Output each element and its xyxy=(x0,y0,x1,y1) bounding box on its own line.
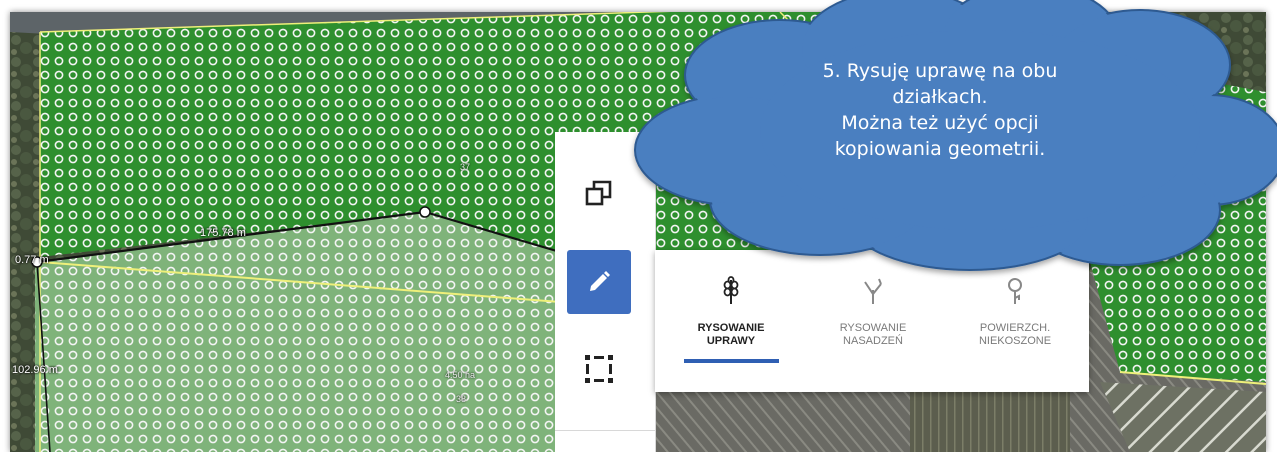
callout-line: działkach. xyxy=(892,86,988,108)
active-tab-indicator xyxy=(684,359,779,363)
segment-length-label: 102.96 m xyxy=(12,364,58,376)
segment-length-label: 0.77 m xyxy=(15,254,49,266)
callout-line: Można też użyć opcji xyxy=(841,112,1039,134)
wheat-icon xyxy=(723,276,739,304)
orchard-rows xyxy=(910,392,1070,452)
sprout-icon xyxy=(864,278,882,304)
grass-pin-icon xyxy=(1008,278,1022,304)
area-label: 4.50 ha xyxy=(445,370,476,380)
parcel-number-label: 38 xyxy=(456,394,467,404)
callout-text: 5. Rysuję uprawę na obu działkach. Można… xyxy=(780,58,1100,162)
pencil-icon xyxy=(590,271,610,291)
segment-length-label: 175.78 m xyxy=(200,227,246,239)
callout-line: 5. Rysuję uprawę na obu xyxy=(822,60,1058,82)
select-box-icon xyxy=(585,355,613,383)
copy-icon xyxy=(585,180,612,206)
callout-line: kopiowania geometrii. xyxy=(834,138,1046,160)
tab-label: POWIERZCH. NIEKOSZONE xyxy=(978,322,1052,347)
toolbar-divider xyxy=(555,430,655,431)
vertex-handle[interactable] xyxy=(419,206,431,218)
tab-label: RYSOWANIE NASADZEŃ xyxy=(839,322,907,347)
parcel-number-label: 37 xyxy=(460,162,471,172)
select-area-button[interactable] xyxy=(567,337,631,401)
tab-label: RYSOWANIE UPRAWY xyxy=(697,322,765,347)
